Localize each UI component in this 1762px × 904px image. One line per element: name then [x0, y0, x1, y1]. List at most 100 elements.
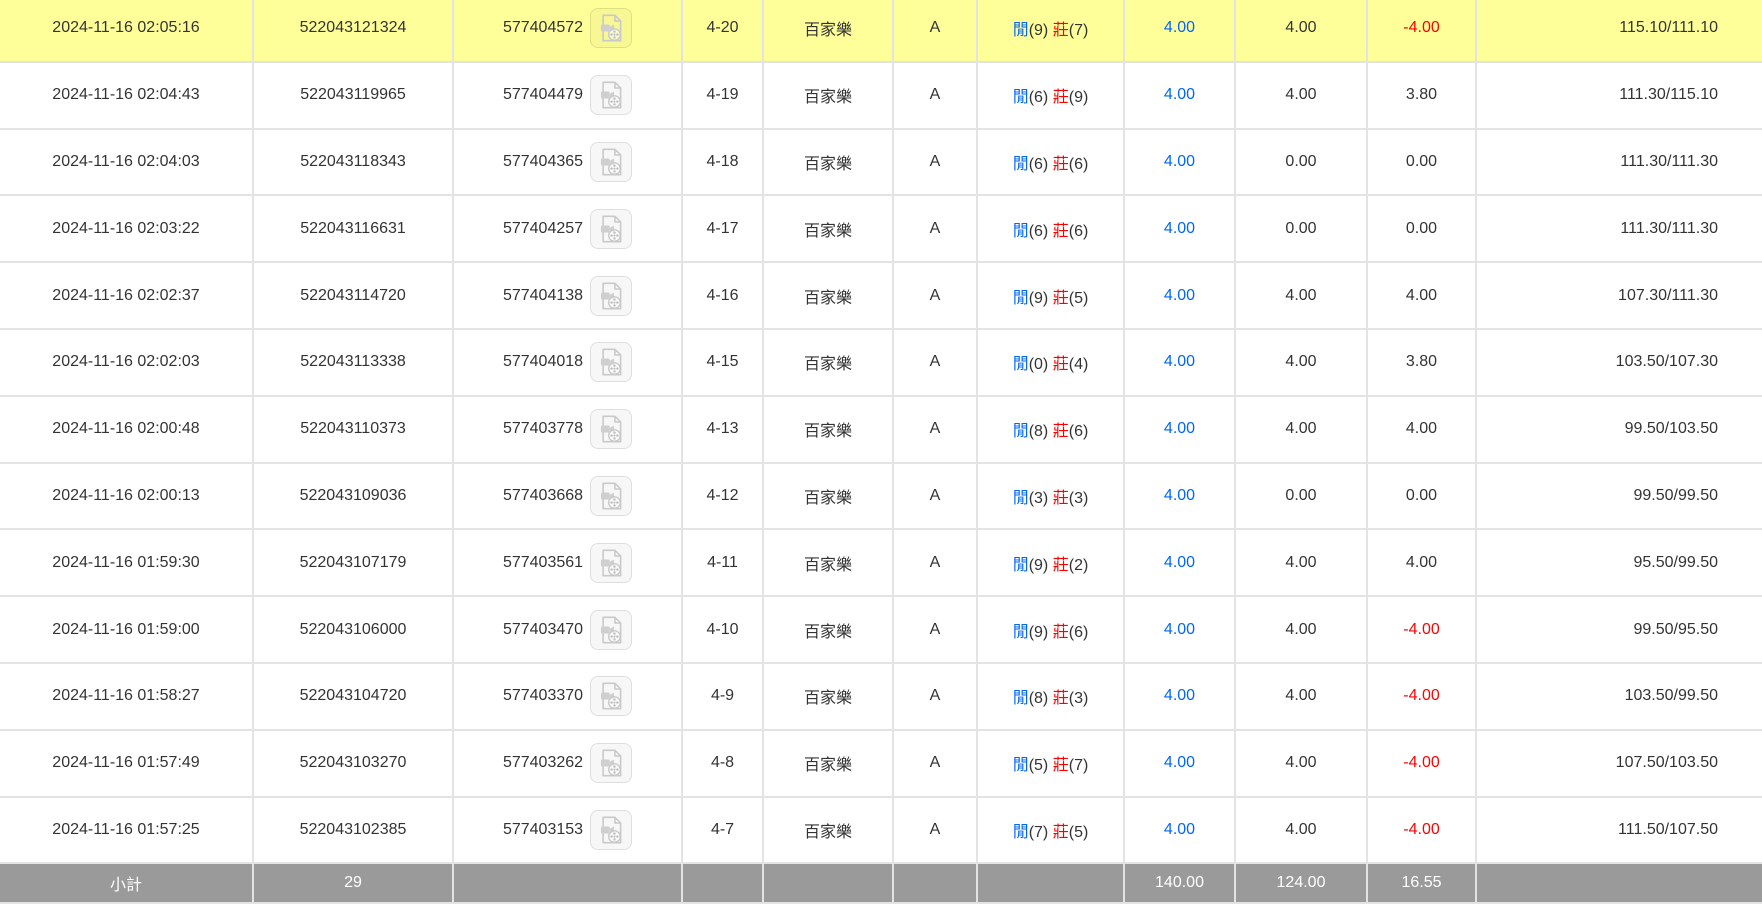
round-id-text: 577404018: [503, 353, 583, 371]
video-replay-button[interactable]: [590, 676, 632, 716]
video-replay-button[interactable]: [590, 810, 632, 850]
bet-history-table: 2024-11-16 02:05:16 522043121324 5774045…: [0, 0, 1762, 904]
cell-bet-amount: 4.00: [1124, 663, 1235, 730]
bet-row: 2024-11-16 01:57:25 522043102385 5774031…: [0, 797, 1762, 864]
player-label: 閒: [1013, 89, 1029, 106]
cell-win-loss: 0.00: [1367, 463, 1476, 530]
video-replay-button[interactable]: [590, 342, 632, 382]
cell-round-id: 577403470: [453, 596, 682, 663]
cell-balance: 99.50/103.50: [1476, 396, 1762, 463]
player-score: (9): [1029, 557, 1049, 574]
cell-bet-amount: 4.00: [1124, 329, 1235, 396]
video-replay-button[interactable]: [590, 409, 632, 449]
cell-bet-id: 522043110373: [253, 396, 453, 463]
banker-label: 莊: [1053, 156, 1069, 173]
cell-round-number: 4-20: [682, 0, 763, 62]
video-replay-button[interactable]: [590, 543, 632, 583]
cell-bet-amount: 4.00: [1124, 529, 1235, 596]
cell-table-code: A: [893, 195, 977, 262]
cell-game-type: 百家樂: [763, 663, 893, 730]
cell-bet-time: 2024-11-16 02:04:43: [0, 62, 253, 129]
bet-row: 2024-11-16 02:04:43 522043119965 5774044…: [0, 62, 1762, 129]
banker-score: (3): [1069, 490, 1089, 507]
video-replay-button[interactable]: [590, 476, 632, 516]
round-id-text: 577403561: [503, 554, 583, 572]
cell-bet-time: 2024-11-16 02:00:13: [0, 463, 253, 530]
cell-round-id: 577404479: [453, 62, 682, 129]
player-label: 閒: [1013, 423, 1029, 440]
bet-row: 2024-11-16 02:02:03 522043113338 5774040…: [0, 329, 1762, 396]
round-id-text: 577404572: [503, 19, 583, 37]
cell-round-id: 577404018: [453, 329, 682, 396]
cell-game-type: 百家樂: [763, 596, 893, 663]
player-score: (6): [1029, 89, 1049, 106]
cell-bet-id: 522043118343: [253, 129, 453, 196]
banker-score: (3): [1069, 690, 1089, 707]
cell-game-type: 百家樂: [763, 262, 893, 329]
player-label: 閒: [1013, 490, 1029, 507]
bet-row: 2024-11-16 02:05:16 522043121324 5774045…: [0, 0, 1762, 62]
video-replay-button[interactable]: [590, 743, 632, 783]
subtotal-empty-roundno: [682, 863, 763, 903]
video-replay-button[interactable]: [590, 610, 632, 650]
cell-win-loss: -4.00: [1367, 797, 1476, 864]
cell-round-id: 577403370: [453, 663, 682, 730]
cell-win-loss: -4.00: [1367, 0, 1476, 62]
cell-bet-id: 522043119965: [253, 62, 453, 129]
video-replay-button[interactable]: [590, 75, 632, 115]
subtotal-empty-table: [893, 863, 977, 903]
player-label: 閒: [1013, 757, 1029, 774]
cell-table-code: A: [893, 0, 977, 62]
cell-bet-id: 522043109036: [253, 463, 453, 530]
cell-bet-id: 522043106000: [253, 596, 453, 663]
video-replay-button[interactable]: [590, 209, 632, 249]
video-replay-button[interactable]: [590, 276, 632, 316]
subtotal-empty-result: [977, 863, 1124, 903]
cell-table-code: A: [893, 62, 977, 129]
cell-round-id: 577403153: [453, 797, 682, 864]
cell-valid-amount: 4.00: [1235, 663, 1367, 730]
cell-balance: 111.30/111.30: [1476, 195, 1762, 262]
cell-balance: 103.50/107.30: [1476, 329, 1762, 396]
cell-game-result: 閒(8) 莊(6): [977, 396, 1124, 463]
cell-game-type: 百家樂: [763, 0, 893, 62]
cell-bet-id: 522043116631: [253, 195, 453, 262]
banker-label: 莊: [1053, 89, 1069, 106]
cell-game-type: 百家樂: [763, 62, 893, 129]
player-label: 閒: [1013, 223, 1029, 240]
cell-round-number: 4-11: [682, 529, 763, 596]
round-id-text: 577403778: [503, 420, 583, 438]
cell-valid-amount: 4.00: [1235, 797, 1367, 864]
player-label: 閒: [1013, 290, 1029, 307]
cell-balance: 107.30/111.30: [1476, 262, 1762, 329]
banker-label: 莊: [1053, 290, 1069, 307]
subtotal-bet-count: 29: [253, 863, 453, 903]
cell-bet-time: 2024-11-16 01:59:00: [0, 596, 253, 663]
cell-balance: 115.10/111.10: [1476, 0, 1762, 62]
cell-round-id: 577404257: [453, 195, 682, 262]
round-id-text: 577404138: [503, 287, 583, 305]
cell-table-code: A: [893, 663, 977, 730]
cell-game-result: 閒(6) 莊(6): [977, 195, 1124, 262]
video-file-icon: [597, 481, 625, 511]
player-label: 閒: [1013, 824, 1029, 841]
video-replay-button[interactable]: [590, 8, 632, 48]
cell-bet-time: 2024-11-16 02:05:16: [0, 0, 253, 62]
banker-score: (7): [1069, 757, 1089, 774]
cell-game-type: 百家樂: [763, 529, 893, 596]
bet-row: 2024-11-16 01:57:49 522043103270 5774032…: [0, 730, 1762, 797]
player-label: 閒: [1013, 22, 1029, 39]
cell-bet-time: 2024-11-16 02:02:03: [0, 329, 253, 396]
video-file-icon: [597, 80, 625, 110]
video-replay-button[interactable]: [590, 142, 632, 182]
cell-round-id: 577403778: [453, 396, 682, 463]
cell-balance: 95.50/99.50: [1476, 529, 1762, 596]
subtotal-bet-total: 140.00: [1124, 863, 1235, 903]
cell-bet-amount: 4.00: [1124, 730, 1235, 797]
subtotal-row: 小計 29 140.00 124.00 16.55: [0, 863, 1762, 903]
cell-bet-id: 522043114720: [253, 262, 453, 329]
cell-win-loss: -4.00: [1367, 730, 1476, 797]
cell-game-result: 閒(3) 莊(3): [977, 463, 1124, 530]
player-score: (9): [1029, 290, 1049, 307]
banker-score: (5): [1069, 824, 1089, 841]
